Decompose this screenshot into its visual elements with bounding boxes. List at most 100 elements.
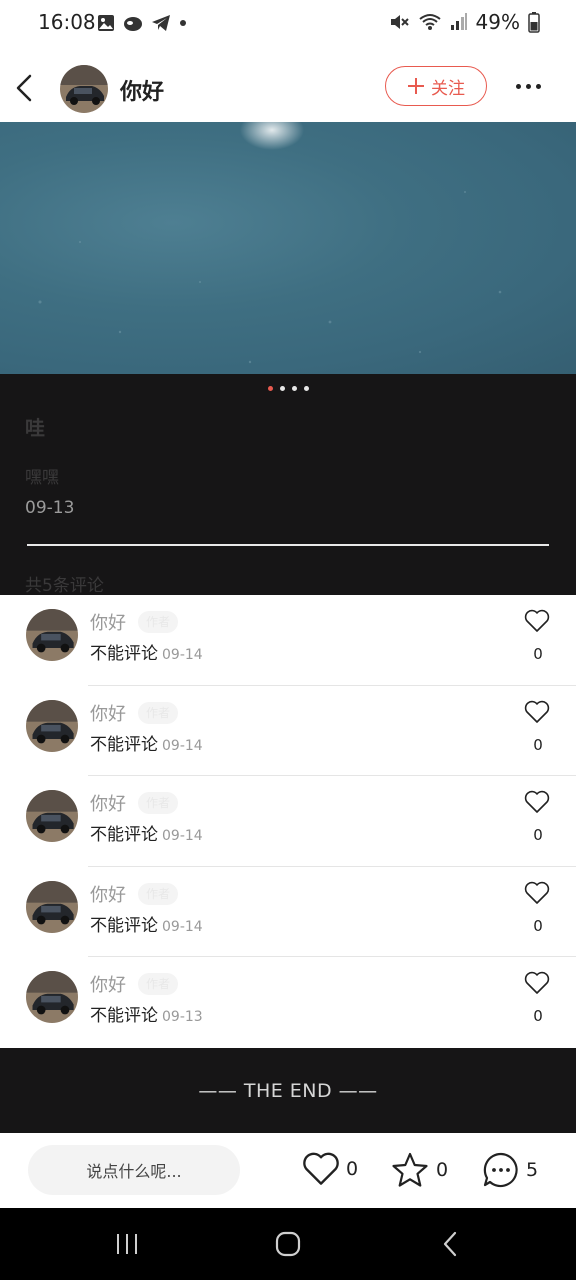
status-left-icons [96,13,188,33]
pagination-dot [279,386,285,391]
author-name[interactable]: 你好 [120,74,164,106]
pagination-dot [291,386,297,391]
comment-text: 不能评论 09-14 [90,730,203,755]
chat-bubble-icon [483,1152,518,1188]
comment-input-placeholder: 说点什么呢... [86,1162,182,1181]
bottom-action-bar: 说点什么呢... 0 0 5 [0,1133,576,1208]
car-avatar-image [60,65,108,113]
comment-time: 09-14 [162,918,203,935]
follow-label: 关注 [431,78,465,99]
more-options-button[interactable] [510,76,546,96]
car-avatar-image [26,971,78,1024]
commenter-avatar[interactable] [26,699,78,752]
commenter-avatar[interactable] [26,971,78,1024]
car-avatar-image [26,609,78,661]
water-photo [38,122,502,364]
system-navigation-bar [0,1208,576,1280]
heart-icon[interactable] [524,790,550,814]
recent-apps-button[interactable] [107,1228,147,1260]
like-count: 0 [346,1158,359,1180]
commenter-name[interactable]: 你好 [90,700,126,726]
post-image[interactable] [0,122,576,374]
comment-item[interactable]: 你好 作者 不能评论 09-14 0 [0,595,576,686]
commenter-name[interactable]: 你好 [90,971,126,997]
comments-count: 5 [526,1159,539,1181]
post-header: 你好 关注 [0,48,576,122]
comment-time: 09-14 [162,828,203,845]
comment-body: 不能评论 [90,825,158,846]
heart-icon[interactable] [524,609,550,633]
commenter-name[interactable]: 你好 [90,609,126,635]
post-title: 哇 [25,416,45,440]
heart-icon[interactable] [524,881,550,905]
more-dot [515,83,521,89]
more-dot [535,83,541,89]
favorite-count: 0 [436,1159,449,1181]
commenter-avatar[interactable] [26,880,78,933]
car-avatar-image [26,880,78,933]
comment-like-count: 0 [533,826,543,845]
back-button[interactable] [8,68,40,108]
back-nav-button[interactable] [430,1228,470,1260]
status-bar: 16:08 49% [0,0,576,48]
comment-item[interactable]: 你好 作者 不能评论 09-14 0 [0,686,576,777]
signal-icon [450,13,467,30]
comment-time: 09-14 [162,647,203,663]
mute-icon [390,15,409,29]
author-badge: 作者 [138,882,178,905]
commenter-avatar[interactable] [26,609,78,661]
comment-body: 不能评论 [90,644,158,664]
pagination-dot [303,386,309,391]
status-right: 49% [388,10,540,34]
comment-body: 不能评论 [90,1006,158,1027]
comment-item[interactable]: 你好 作者 不能评论 09-14 0 [0,776,576,867]
star-icon [392,1152,428,1187]
comment-item[interactable]: 你好 作者 不能评论 09-13 0 [0,957,576,1048]
wifi-icon [418,14,441,30]
comment-list: 你好 作者 不能评论 09-14 0 你好 作者 不能评论 09-14 0 你好 作… [0,595,576,1048]
comment-body: 不能评论 [90,734,158,755]
comment-like-count: 0 [533,916,543,935]
comment-like-count: 0 [533,1007,543,1026]
comment-time: 09-14 [162,737,203,754]
comment-text: 不能评论 09-14 [90,820,203,845]
commenter-avatar[interactable] [26,790,78,843]
post-divider [27,544,549,546]
dot-icon [180,20,186,26]
author-badge: 作者 [138,701,178,724]
home-button[interactable] [268,1228,308,1260]
telegram-icon [152,15,170,31]
post-content: 哇 嘿嘿 09-13 共5条评论 [0,374,576,596]
heart-icon[interactable] [524,971,550,995]
heart-icon[interactable] [524,700,550,724]
status-time: 16:08 [38,10,96,34]
recent-apps-icon [117,1234,137,1254]
comment-like-count: 0 [533,735,543,754]
commenter-name[interactable]: 你好 [90,790,126,816]
battery-percent: 49% [475,10,520,34]
author-badge: 作者 [138,973,178,996]
comments-button[interactable]: 5 [482,1151,538,1189]
car-avatar-image [26,699,78,752]
comment-count: 共5条评论 [25,576,104,596]
comment-time: 09-13 [162,1009,203,1026]
pagination-dot-active [267,386,273,391]
back-arrow-icon [16,74,32,102]
follow-button[interactable]: 关注 [385,66,487,106]
plus-icon [408,78,424,94]
image-pagination [0,386,576,391]
comment-text: 不能评论 09-13 [90,1001,203,1026]
car-avatar-image [26,790,78,843]
comment-body: 不能评论 [90,915,158,936]
commenter-name[interactable]: 你好 [90,881,126,907]
battery-icon [528,12,540,33]
cloud-icon [124,17,142,31]
like-button[interactable]: 0 [302,1151,358,1187]
favorite-button[interactable]: 0 [390,1151,448,1189]
post-date: 09-13 [25,498,75,518]
comment-item[interactable]: 你好 作者 不能评论 09-14 0 [0,867,576,958]
author-badge: 作者 [138,611,178,633]
image-icon [98,15,114,31]
comment-input[interactable]: 说点什么呢... [28,1145,240,1195]
author-avatar[interactable] [60,65,108,113]
